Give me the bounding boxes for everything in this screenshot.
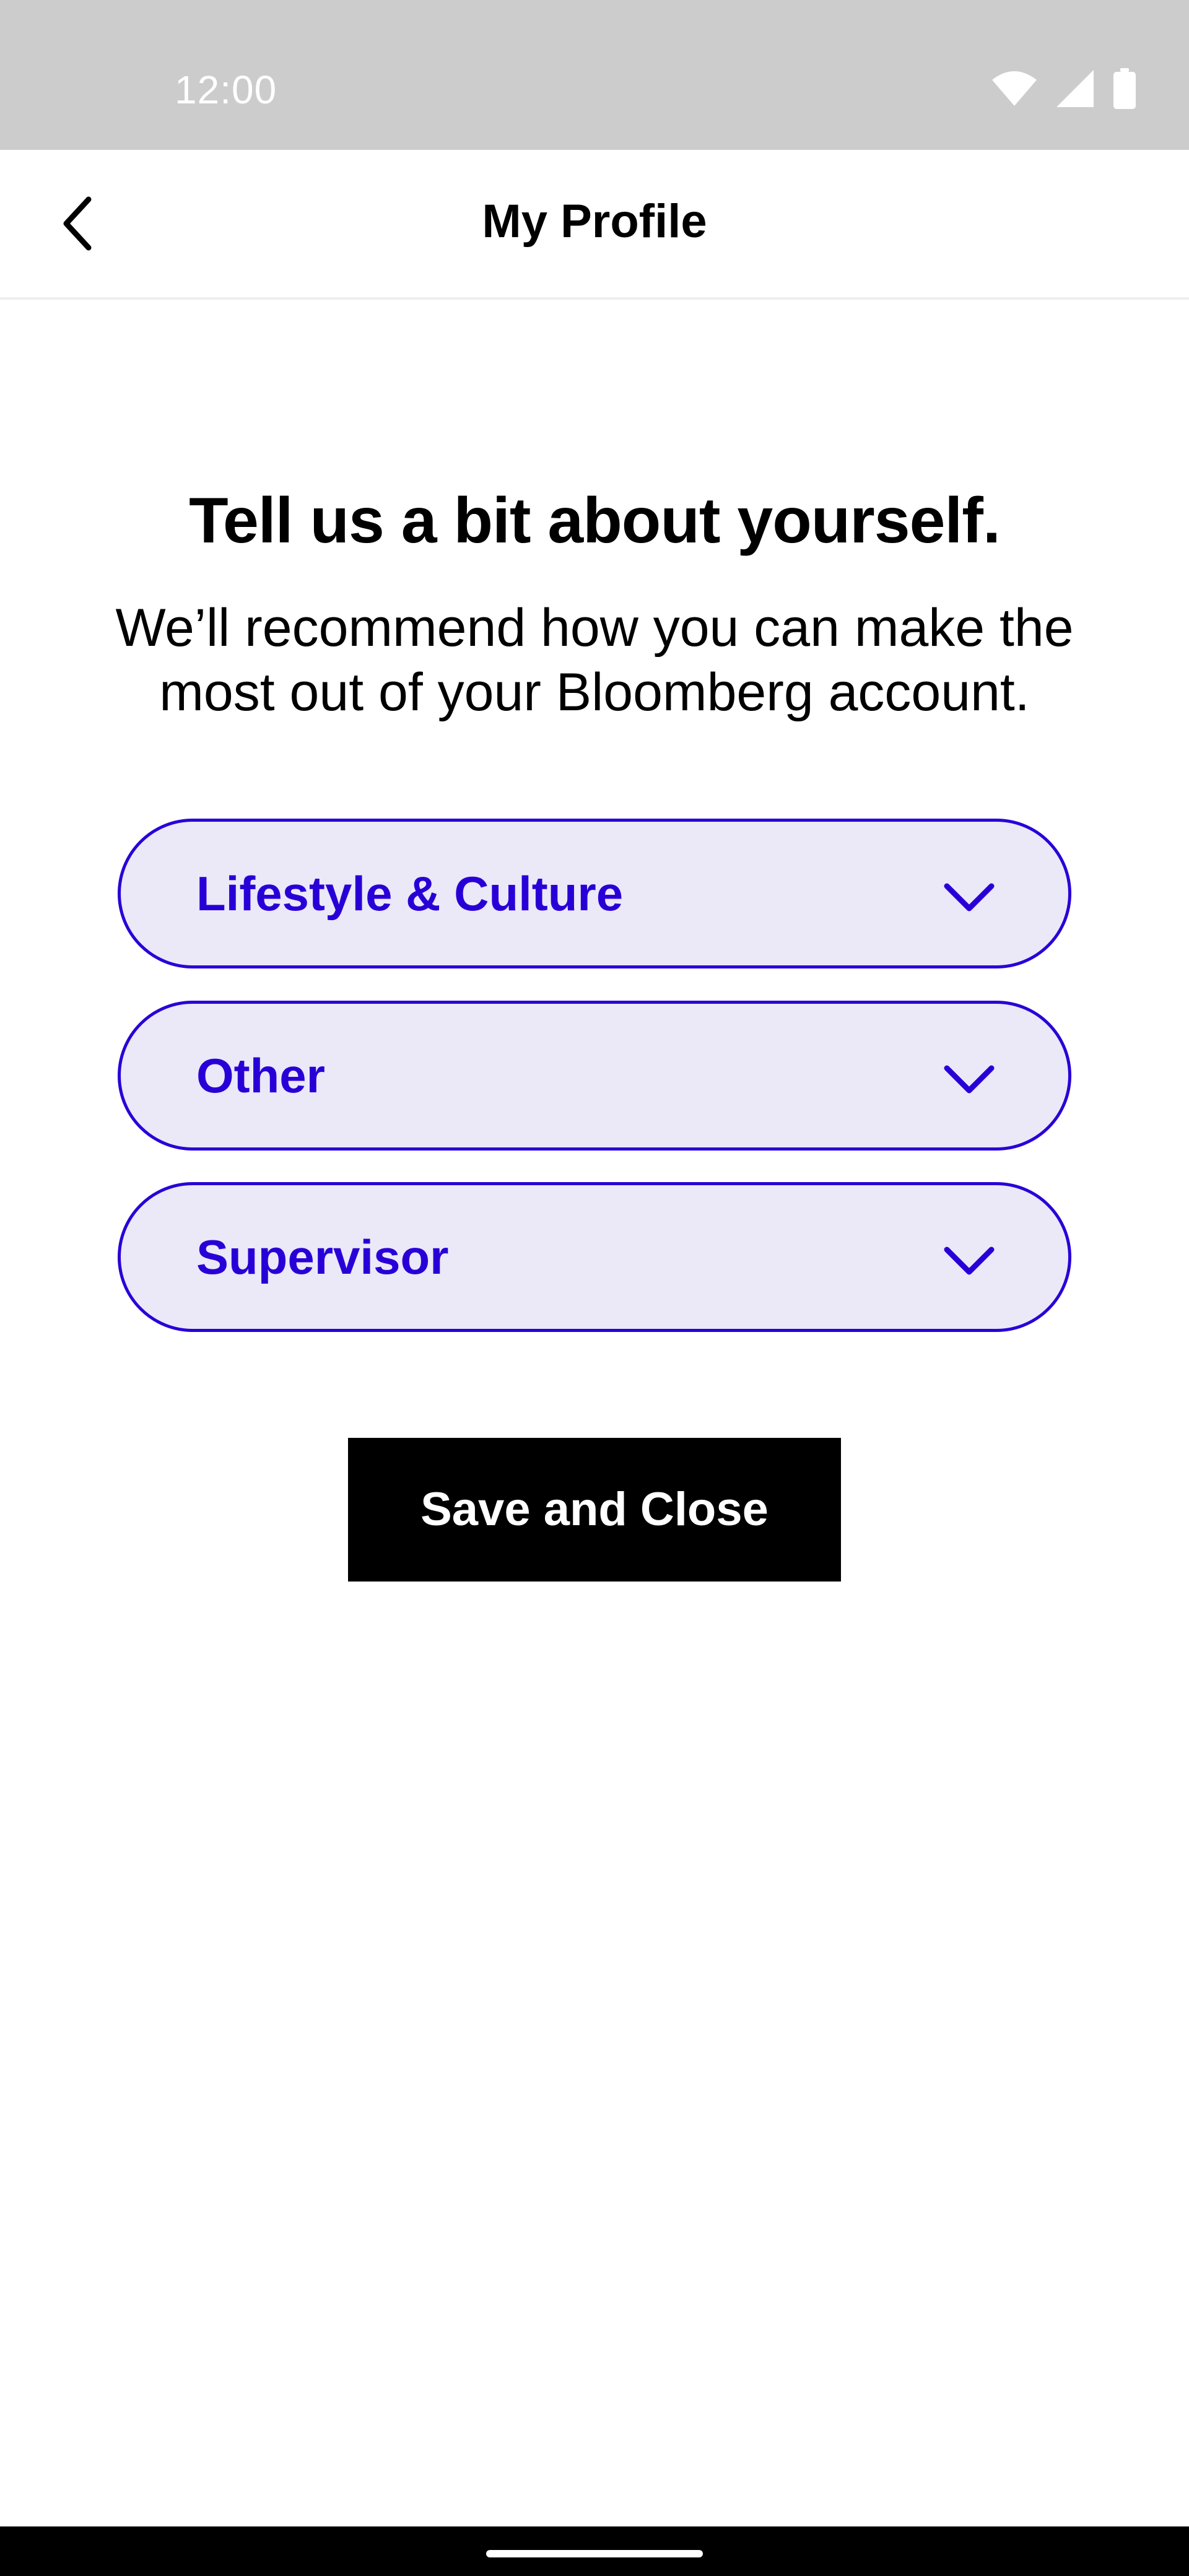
industry-dropdown[interactable]: Other <box>118 1001 1071 1151</box>
dropdown-selected-value: Supervisor <box>196 1230 449 1284</box>
subtext: We’ll recommend how you can make the mos… <box>115 598 1074 722</box>
battery-icon <box>1113 68 1136 109</box>
home-indicator[interactable] <box>486 2550 703 2557</box>
chevron-down-icon <box>944 1065 995 1094</box>
profile-screen: 12:00 My Profile Tell us a bit about you… <box>0 0 1189 2576</box>
app-bar: My Profile <box>0 150 1189 300</box>
chevron-down-icon <box>944 883 995 912</box>
interest-dropdown[interactable]: Lifestyle & Culture <box>118 819 1071 968</box>
dropdown-selected-value: Other <box>196 1048 326 1103</box>
status-bar: 12:00 <box>0 0 1189 150</box>
page-title: My Profile <box>482 195 707 248</box>
status-time: 12:00 <box>175 67 277 112</box>
navigation-bar <box>0 2526 1189 2576</box>
status-icons <box>992 68 1136 109</box>
role-dropdown[interactable]: Supervisor <box>118 1182 1071 1332</box>
wifi-icon <box>992 71 1037 106</box>
save-and-close-button[interactable]: Save and Close <box>348 1438 841 1582</box>
headline: Tell us a bit about yourself. <box>189 485 1001 557</box>
cell-signal-icon <box>1056 70 1094 107</box>
chevron-down-icon <box>944 1247 995 1275</box>
dropdown-selected-value: Lifestyle & Culture <box>196 866 624 921</box>
